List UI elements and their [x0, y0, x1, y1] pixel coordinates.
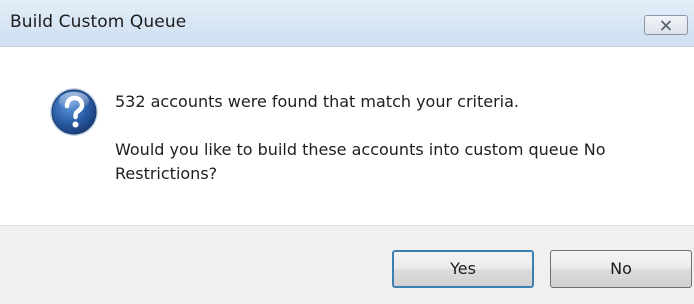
yes-button[interactable]: Yes	[392, 250, 534, 288]
message-line-2: Would you like to build these accounts i…	[115, 140, 606, 183]
no-button[interactable]: No	[550, 250, 692, 288]
build-custom-queue-dialog: Build Custom Queue 532 accounts were fou…	[0, 0, 694, 304]
button-bar: Yes No	[0, 225, 694, 304]
title-bar[interactable]: Build Custom Queue	[0, 0, 694, 47]
question-icon	[50, 88, 98, 136]
message-line-1: 532 accounts were found that match your …	[115, 92, 519, 111]
window-title: Build Custom Queue	[10, 12, 187, 32]
close-icon	[661, 20, 671, 31]
message-area: 532 accounts were found that match your …	[0, 47, 694, 225]
close-button[interactable]	[644, 15, 688, 35]
